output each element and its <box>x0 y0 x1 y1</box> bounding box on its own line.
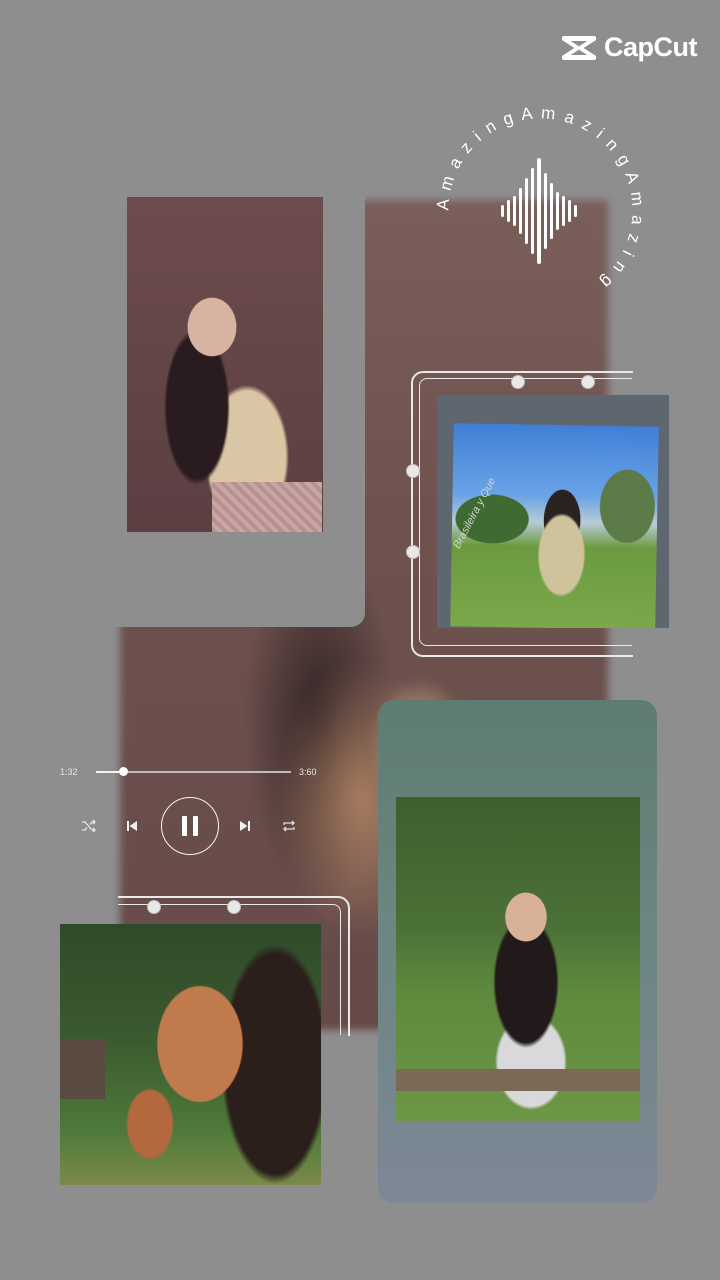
previous-icon <box>127 821 137 831</box>
pause-icon <box>182 816 198 836</box>
capcut-logo: CapCut <box>560 32 698 63</box>
shuffle-button[interactable] <box>79 816 99 836</box>
bench <box>396 1069 640 1091</box>
pause-button[interactable] <box>161 797 219 855</box>
frame-dot <box>227 900 241 914</box>
photo-woman-sitting <box>396 797 640 1122</box>
frame-dot <box>147 900 161 914</box>
progress-knob[interactable] <box>118 767 128 776</box>
photo-woman-profile <box>60 924 321 1185</box>
previous-button[interactable] <box>122 816 142 836</box>
repeat-button[interactable] <box>279 816 299 836</box>
elapsed-time: 1:32 <box>60 767 78 777</box>
next-button[interactable] <box>235 816 255 836</box>
amazing-circular-badge: A m a z i n g A m a z i n g A m a z i n … <box>433 103 645 293</box>
frame-dot <box>406 545 420 559</box>
photo-woman-leaning-wall <box>127 197 323 532</box>
frame-dot <box>406 464 420 478</box>
total-duration: 3:60 <box>299 767 317 777</box>
floral-skirt <box>212 482 322 532</box>
wooden-shed <box>60 1039 105 1099</box>
photo-woman-field: Brasileira y Que <box>437 395 669 628</box>
repeat-icon <box>283 820 295 832</box>
shuffle-icon <box>82 819 96 833</box>
frame-dot <box>581 375 595 389</box>
photo-field-image <box>450 423 659 628</box>
brand-name: CapCut <box>604 32 698 62</box>
frame-dot <box>511 375 525 389</box>
soundwave-icon <box>501 158 577 264</box>
capcut-logo-icon <box>562 35 596 60</box>
next-icon <box>240 821 250 831</box>
